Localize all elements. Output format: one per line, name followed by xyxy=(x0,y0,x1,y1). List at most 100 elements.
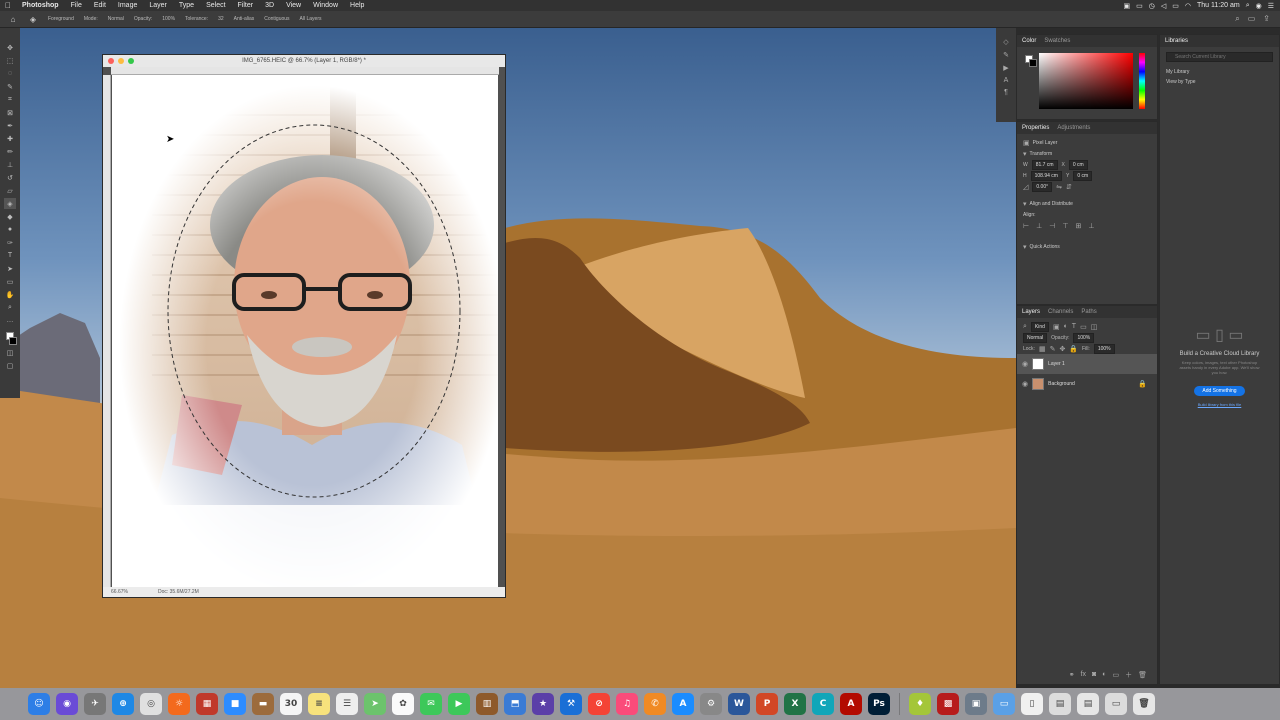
dock-app-store-icon[interactable]: A xyxy=(672,693,694,715)
shape-tool-icon[interactable]: ▭ xyxy=(4,276,16,287)
width-input[interactable]: 81.7 cm xyxy=(1031,159,1058,170)
paint-bucket-tool-icon[interactable]: ◈ xyxy=(28,14,38,24)
menu-window[interactable]: Window xyxy=(307,2,344,9)
chevron-down-icon[interactable]: ▾ xyxy=(1023,243,1027,251)
spotlight-icon[interactable]: ⌕ xyxy=(1246,2,1250,10)
delete-layer-icon[interactable]: 🗑 xyxy=(1138,671,1147,679)
align-center-icon[interactable]: ⊥ xyxy=(1036,222,1042,230)
screen-mode-icon[interactable]: ▢ xyxy=(4,360,16,371)
workspace-icon[interactable]: ▭ xyxy=(1248,14,1256,24)
dock-notes-icon[interactable]: ≡ xyxy=(308,693,330,715)
actions-panel-icon[interactable]: ▶ xyxy=(1003,64,1008,72)
battery-icon[interactable]: ▭ xyxy=(1172,2,1179,10)
dock-file-icon[interactable]: ▯ xyxy=(1021,693,1043,715)
align-section-label[interactable]: Align and Distribute xyxy=(1030,201,1073,207)
dock-downloads-icon[interactable]: ▤ xyxy=(1049,693,1071,715)
new-layer-icon[interactable]: ＋ xyxy=(1125,670,1132,680)
menu-image[interactable]: Image xyxy=(112,2,143,9)
contiguous-checkbox[interactable]: Contiguous xyxy=(264,16,289,22)
hue-slider[interactable] xyxy=(1139,53,1145,109)
image-canvas[interactable] xyxy=(112,75,498,591)
chevron-down-icon[interactable]: ▾ xyxy=(1023,200,1027,208)
add-mask-icon[interactable]: ◙ xyxy=(1092,671,1096,678)
lasso-tool-icon[interactable]: ◌ xyxy=(4,68,16,79)
zoom-level[interactable]: 66.67% xyxy=(111,589,128,595)
tolerance-input[interactable]: 32 xyxy=(218,16,224,22)
tab-color[interactable]: Color xyxy=(1022,38,1036,44)
layer-filter-select[interactable]: Kind xyxy=(1030,321,1049,332)
lock-all-icon[interactable]: 🔒 xyxy=(1069,345,1078,353)
align-right-icon[interactable]: ⊣ xyxy=(1049,222,1055,230)
menu-type[interactable]: Type xyxy=(173,2,200,9)
crop-tool-icon[interactable]: ⌗ xyxy=(4,94,16,105)
dock-system-preferences-icon[interactable]: ⚙ xyxy=(700,693,722,715)
dock-imovie-icon[interactable]: ★ xyxy=(532,693,554,715)
eyedropper-tool-icon[interactable]: ✒ xyxy=(4,120,16,131)
mode-select[interactable]: Normal xyxy=(108,16,124,22)
volume-icon[interactable]: ◁ xyxy=(1161,2,1166,10)
marquee-tool-icon[interactable]: ⬚ xyxy=(4,55,16,66)
dock-messages-icon[interactable]: ✉ xyxy=(420,693,442,715)
x-input[interactable]: 0 cm xyxy=(1068,159,1088,170)
menu-layer[interactable]: Layer xyxy=(143,2,173,9)
flip-horizontal-icon[interactable]: ⇋ xyxy=(1056,183,1062,191)
filter-smart-icon[interactable]: ◫ xyxy=(1091,323,1098,331)
chevron-down-icon[interactable]: ▾ xyxy=(1023,150,1027,158)
add-something-button[interactable]: Add Something xyxy=(1194,386,1245,396)
frame-tool-icon[interactable]: ⊠ xyxy=(4,107,16,118)
layer-name[interactable]: Layer 1 xyxy=(1048,361,1065,367)
tab-swatches[interactable]: Swatches xyxy=(1044,38,1070,44)
background-color-chip[interactable] xyxy=(1029,59,1037,67)
doc-size[interactable]: Doc: 35.6M/27.2M xyxy=(158,589,199,595)
layer-row-background[interactable]: ◉ Background 🔒 xyxy=(1017,374,1157,394)
dock-chrome-icon[interactable]: ◎ xyxy=(140,693,162,715)
dock-cleanmymac-icon[interactable]: C xyxy=(812,693,834,715)
transform-section-label[interactable]: Transform xyxy=(1030,151,1053,157)
y-input[interactable]: 0 cm xyxy=(1073,170,1093,181)
dock-photoshop-icon[interactable]: Ps xyxy=(868,693,890,715)
filter-pixel-icon[interactable]: ▣ xyxy=(1053,323,1060,331)
adjustment-layer-icon[interactable]: ◐ xyxy=(1102,671,1106,678)
hand-tool-icon[interactable]: ✋ xyxy=(4,289,16,300)
paragraph-panel-icon[interactable]: ¶ xyxy=(1004,89,1008,96)
align-bottom-icon[interactable]: ⊥ xyxy=(1088,222,1094,230)
filter-adjustment-icon[interactable]: ◐ xyxy=(1064,323,1068,330)
healing-tool-icon[interactable]: ✚ xyxy=(4,133,16,144)
build-library-link[interactable]: Build library from this file xyxy=(1160,402,1279,407)
time-machine-icon[interactable]: ◷ xyxy=(1149,2,1155,10)
lock-image-icon[interactable]: ✎ xyxy=(1050,345,1056,353)
tab-adjustments[interactable]: Adjustments xyxy=(1057,125,1090,131)
eraser-tool-icon[interactable]: ▱ xyxy=(4,185,16,196)
history-brush-tool-icon[interactable]: ↺ xyxy=(4,172,16,183)
paint-bucket-tool-icon[interactable]: ◈ xyxy=(4,198,16,209)
dock-siri-icon[interactable]: ◉ xyxy=(56,693,78,715)
pen-tool-icon[interactable]: ✑ xyxy=(4,237,16,248)
background-color-swatch[interactable] xyxy=(9,337,17,345)
dock-photo-booth-icon[interactable]: ▩ xyxy=(937,693,959,715)
document-window[interactable]: IMG_6765.HEIC @ 66.7% (Layer 1, RGB/8*) … xyxy=(102,54,506,598)
search-icon[interactable]: ⌕ xyxy=(1235,14,1239,24)
filter-type-icon[interactable]: T xyxy=(1072,323,1076,330)
dock-preview-icon[interactable]: ▣ xyxy=(965,693,987,715)
view-by-select[interactable]: View by Type xyxy=(1160,77,1279,87)
dock-keynote-icon[interactable]: ⬒ xyxy=(504,693,526,715)
dock-books-icon[interactable]: ▥ xyxy=(476,693,498,715)
dock-trash-icon[interactable]: 🗑 xyxy=(1133,693,1155,715)
align-middle-icon[interactable]: ⊞ xyxy=(1075,222,1081,230)
dock-firefox-icon[interactable]: ☼ xyxy=(168,693,190,715)
tab-layers[interactable]: Layers xyxy=(1022,309,1040,315)
flip-vertical-icon[interactable]: ⇵ xyxy=(1066,183,1072,191)
quick-actions-label[interactable]: Quick Actions xyxy=(1030,244,1060,250)
dock-safari-icon[interactable]: ⊕ xyxy=(112,693,134,715)
height-input[interactable]: 108.94 cm xyxy=(1030,170,1062,181)
lock-position-icon[interactable]: ✥ xyxy=(1059,345,1065,353)
fill-source-select[interactable]: Foreground xyxy=(48,16,74,22)
fill-input[interactable]: 100% xyxy=(1093,343,1115,354)
blur-tool-icon[interactable]: ◆ xyxy=(4,211,16,222)
dock-word-icon[interactable]: W xyxy=(728,693,750,715)
dock-music-icon[interactable]: ♫ xyxy=(616,693,638,715)
blend-mode-select[interactable]: Normal xyxy=(1023,332,1048,343)
lock-pixels-icon[interactable]: ▦ xyxy=(1039,345,1046,353)
layer-name[interactable]: Background xyxy=(1048,381,1075,387)
dropbox-icon[interactable]: ▣ xyxy=(1124,2,1131,10)
